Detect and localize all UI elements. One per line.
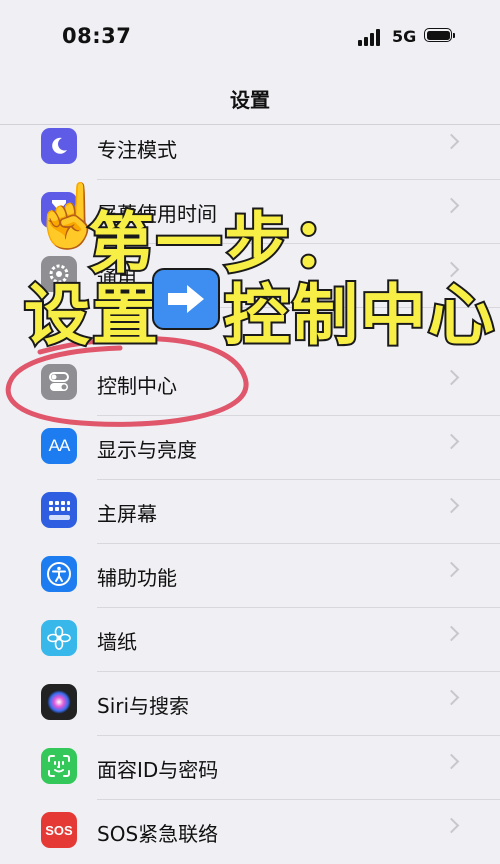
settings-row-label: 辅助功能: [97, 566, 177, 590]
sos-icon: SOS: [41, 812, 77, 848]
chevron-right-icon: [443, 625, 460, 642]
chevron-right-icon: [443, 433, 460, 450]
chevron-right-icon: [443, 133, 460, 150]
settings-row-label: 墙纸: [97, 630, 137, 654]
battery-icon: [424, 28, 456, 44]
moon-icon: [41, 128, 77, 164]
accessibility-icon: [41, 556, 77, 592]
chevron-right-icon: [443, 817, 460, 834]
settings-row-face-id[interactable]: 面容ID与密码: [0, 736, 500, 800]
chevron-right-icon: [443, 497, 460, 514]
settings-row-label: 面容ID与密码: [97, 758, 219, 782]
settings-row-label: Siri与搜索: [97, 694, 190, 718]
row-divider: [97, 307, 500, 308]
settings-row-display[interactable]: AA 显示与亮度: [0, 416, 500, 480]
settings-row-label: 显示与亮度: [97, 438, 197, 462]
cellular-signal-icon: [358, 28, 386, 46]
siri-icon: [41, 684, 77, 720]
chevron-right-icon: [443, 753, 460, 770]
settings-row-emergency-sos[interactable]: SOS SOS紧急联络: [0, 800, 500, 864]
settings-row-general[interactable]: 通用: [0, 244, 500, 308]
settings-row-label: 主屏幕: [97, 502, 157, 526]
chevron-right-icon: [443, 197, 460, 214]
chevron-right-icon: [443, 369, 460, 386]
settings-row-label: 专注模式: [97, 138, 177, 162]
flower-icon: [41, 620, 77, 656]
settings-row-label: SOS紧急联络: [97, 822, 219, 846]
page-title: 设置: [230, 88, 270, 112]
status-time: 08:37: [62, 24, 132, 48]
chevron-right-icon: [443, 261, 460, 278]
settings-row-control-center[interactable]: 控制中心: [0, 352, 500, 416]
settings-row-home-screen[interactable]: 主屏幕: [0, 480, 500, 544]
hourglass-icon: [41, 192, 77, 228]
network-type: 5G: [392, 27, 417, 46]
settings-row-accessibility[interactable]: 辅助功能: [0, 544, 500, 608]
status-bar: 08:37 5G: [0, 0, 500, 72]
settings-row-screen-time[interactable]: 屏幕使用时间: [0, 180, 500, 244]
text-size-icon: AA: [41, 428, 77, 464]
chevron-right-icon: [443, 689, 460, 706]
settings-row-siri[interactable]: Siri与搜索: [0, 672, 500, 736]
face-id-icon: [41, 748, 77, 784]
home-grid-icon: [41, 492, 77, 528]
settings-row-focus[interactable]: 专注模式: [0, 116, 500, 180]
chevron-right-icon: [443, 561, 460, 578]
settings-row-label: 通用: [97, 266, 137, 290]
settings-row-label: 屏幕使用时间: [97, 202, 217, 226]
toggles-icon: [41, 364, 77, 400]
settings-row-label: 控制中心: [97, 374, 177, 398]
settings-row-wallpaper[interactable]: 墙纸: [0, 608, 500, 672]
gear-icon: [41, 256, 77, 292]
